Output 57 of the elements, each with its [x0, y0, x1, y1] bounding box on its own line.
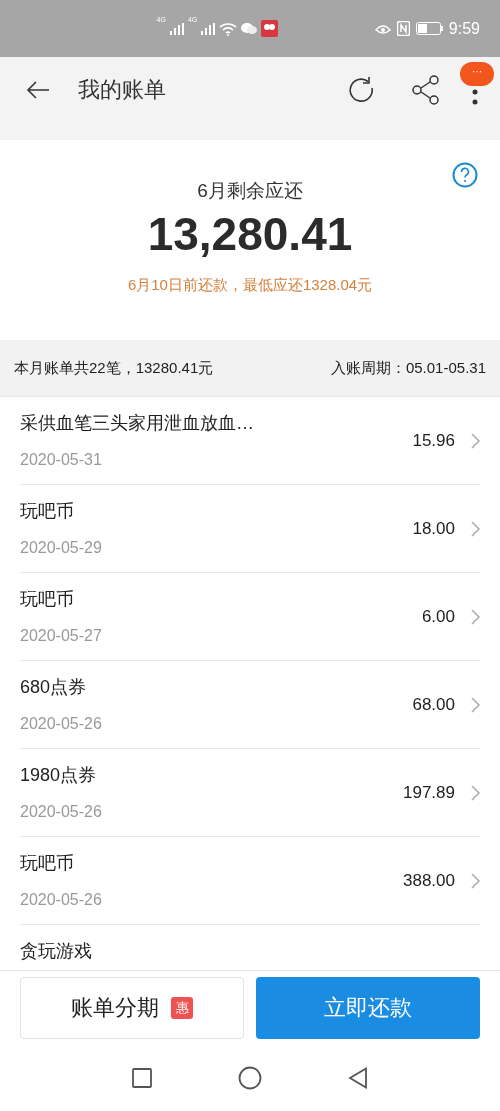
bill-row[interactable]: 680点券 2020-05-26 68.00	[20, 661, 480, 749]
back-icon[interactable]	[26, 80, 50, 99]
more-icon[interactable]	[472, 88, 478, 105]
installment-button[interactable]: 账单分期 惠	[20, 976, 244, 1039]
signal-icon	[201, 22, 216, 35]
bill-row[interactable]: 玩吧币 2020-05-26 388.00	[20, 837, 480, 925]
due-note: 6月10日前还款，最低应还1328.04元	[127, 275, 373, 295]
help-icon[interactable]	[452, 162, 478, 188]
bill-date: 2020-05-31	[20, 450, 103, 470]
bill-title: 玩吧币	[20, 588, 75, 611]
chat-icon	[241, 22, 258, 35]
bill-amount: 15.96	[412, 429, 455, 452]
nfc-icon	[396, 21, 410, 36]
bill-amount: 197.89	[403, 781, 455, 804]
bill-count: 本月账单共22笔，13280.41元	[14, 357, 214, 378]
chevron-icon	[471, 520, 480, 537]
chevron-icon	[471, 696, 480, 713]
clock-time: 9:59	[448, 18, 480, 39]
chevron-icon	[471, 608, 480, 625]
bill-row[interactable]: 采供血笔三头家用泄血放血… 2020-05-31 15.96	[20, 397, 480, 485]
bill-date: 2020-05-27	[20, 626, 103, 646]
eye-icon	[374, 22, 391, 35]
amount-due: 13,280.41	[147, 207, 353, 262]
bill-date: 2020-05-29	[20, 538, 103, 558]
share-icon[interactable]	[412, 74, 440, 105]
bill-amount: 6.00	[421, 605, 455, 628]
summary-label: 6月剩余应还	[197, 179, 303, 203]
bill-amount: 68.00	[412, 693, 455, 716]
signal-icon	[169, 22, 184, 35]
bill-date: 2020-05-26	[20, 890, 103, 910]
bill-row[interactable]: 玩吧币 2020-05-29 18.00	[20, 485, 480, 573]
back-nav-icon[interactable]	[348, 1066, 368, 1089]
chevron-icon	[471, 872, 480, 889]
discount-tag: 惠	[171, 996, 193, 1019]
wifi-icon	[219, 21, 238, 36]
battery-icon	[415, 22, 443, 35]
billing-period: 入账周期：05.01-05.31	[330, 357, 486, 378]
bill-title: 玩吧币	[20, 500, 75, 523]
bill-title: 贪玩游戏	[20, 940, 93, 963]
bill-amount: 388.00	[403, 869, 455, 892]
bill-title: 680点券	[20, 676, 88, 699]
pay-now-button[interactable]: 立即还款	[256, 976, 480, 1039]
bill-title: 采供血笔三头家用泄血放血…	[20, 412, 255, 435]
page-title: 我的账单	[78, 76, 167, 104]
bill-title: 玩吧币	[20, 852, 75, 875]
bill-date: 2020-05-26	[20, 714, 103, 734]
chevron-icon	[471, 784, 480, 801]
home-icon[interactable]	[238, 1065, 262, 1090]
bill-row[interactable]: 1980点券 2020-05-26 197.89	[20, 749, 480, 837]
chevron-icon	[471, 432, 480, 449]
bill-title: 1980点券	[20, 764, 98, 787]
bill-date: 2020-05-26	[20, 802, 103, 822]
bill-row[interactable]: 玩吧币 2020-05-27 6.00	[20, 573, 480, 661]
refresh-icon[interactable]	[346, 74, 376, 105]
recents-icon[interactable]	[132, 1067, 152, 1088]
bill-amount: 18.00	[412, 517, 455, 540]
app-icon	[261, 20, 279, 37]
